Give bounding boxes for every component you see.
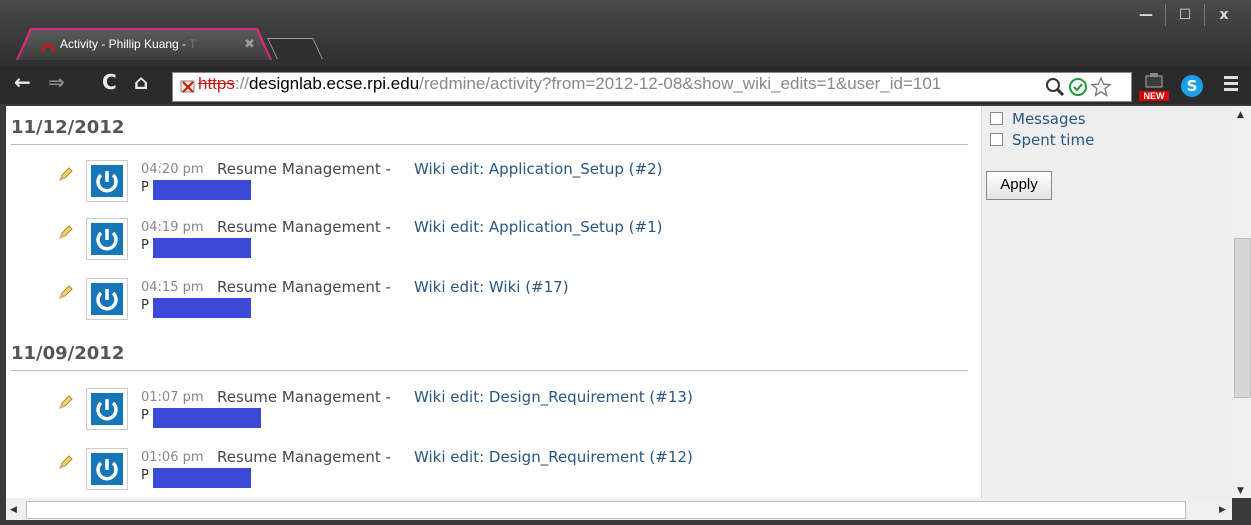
scroll-right-arrow-icon[interactable]: ▶ (1219, 505, 1226, 515)
pencil-icon (59, 225, 73, 239)
forward-arrow-icon[interactable]: ⇒ (48, 70, 65, 94)
entry-time: 01:07 pm (141, 390, 204, 405)
sidebar (981, 106, 1238, 498)
entry-project: Resume Management - (217, 278, 391, 296)
pencil-icon (59, 395, 73, 409)
entry-link[interactable]: Wiki edit: Design_Requirement (#13) (414, 388, 693, 406)
spent-time-checkbox[interactable] (990, 133, 1003, 146)
menu-icon[interactable] (1224, 76, 1238, 94)
avatar (86, 388, 128, 430)
reload-icon[interactable]: C (102, 70, 117, 94)
home-icon[interactable]: ⌂ (134, 70, 148, 94)
entry-link[interactable]: Wiki edit: Wiki (#17) (414, 278, 569, 296)
skype-icon[interactable]: S (1181, 75, 1203, 97)
apply-button[interactable]: Apply (986, 171, 1052, 200)
filter-label: Spent time (1012, 131, 1095, 149)
power-icon (96, 171, 118, 193)
scroll-up-arrow-icon[interactable]: ▲ (1237, 110, 1244, 120)
messages-checkbox[interactable] (990, 112, 1003, 125)
redaction-bar (153, 238, 251, 258)
avatar (86, 218, 128, 260)
activity-entry: 01:06 pm Resume Management - Wiki edit: … (0, 448, 960, 494)
entry-author[interactable]: P (141, 468, 149, 483)
filter-spent-time[interactable]: Spent time (990, 131, 1094, 149)
redaction-bar (153, 180, 251, 200)
avatar (86, 278, 128, 320)
entry-author[interactable]: P (141, 180, 149, 195)
extension-new-icon[interactable]: NEW (1139, 73, 1169, 101)
activity-entry: 01:07 pm Resume Management - Wiki edit: … (0, 388, 960, 434)
activity-entry: 04:19 pm Resume Management - Wiki edit: … (0, 218, 960, 264)
url-text[interactable]: https://designlab.ecse.rpi.edu/redmine/a… (198, 74, 1018, 94)
insecure-lock-icon (180, 80, 195, 93)
power-icon (96, 459, 118, 481)
power-icon (96, 399, 118, 421)
scroll-down-arrow-icon[interactable]: ▼ (1237, 486, 1244, 496)
bookmark-star-icon[interactable] (1090, 76, 1112, 98)
activity-entry: 04:20 pm Resume Management - Wiki edit: … (0, 160, 960, 206)
pencil-icon (59, 285, 73, 299)
tab-title[interactable]: Activity - Phillip Kuang - T (60, 37, 197, 51)
zoom-icon[interactable] (1045, 77, 1065, 97)
entry-link[interactable]: Wiki edit: Design_Requirement (#12) (414, 448, 693, 466)
horizontal-scroll-thumb[interactable] (26, 501, 1186, 519)
minimize-button[interactable]: — (1127, 4, 1165, 26)
tab-close-icon[interactable]: ✖ (244, 37, 255, 52)
date-divider (11, 144, 968, 145)
power-icon (96, 289, 118, 311)
scroll-left-arrow-icon[interactable]: ◀ (10, 505, 17, 515)
maximize-button[interactable]: ☐ (1165, 4, 1204, 26)
entry-project: Resume Management - (217, 160, 391, 178)
redaction-bar (153, 298, 251, 318)
filter-messages[interactable]: Messages (990, 110, 1086, 128)
avatar (86, 448, 128, 490)
pencil-icon (59, 167, 73, 181)
power-icon (96, 229, 118, 251)
date-divider (11, 370, 968, 371)
window-controls: — ☐ x (1127, 4, 1243, 26)
entry-time: 01:06 pm (141, 450, 204, 465)
entry-time: 04:19 pm (141, 220, 204, 235)
check-icon[interactable] (1068, 77, 1088, 97)
entry-author[interactable]: P (141, 298, 149, 313)
vertical-scroll-thumb[interactable] (1234, 238, 1251, 398)
redmine-favicon-icon (41, 44, 55, 51)
entry-author[interactable]: P (141, 408, 149, 423)
filter-label: Messages (1012, 110, 1086, 128)
pencil-icon (59, 455, 73, 469)
date-heading: 11/09/2012 (11, 343, 125, 364)
date-heading: 11/12/2012 (11, 117, 125, 138)
entry-project: Resume Management - (217, 448, 391, 466)
redaction-bar (153, 468, 251, 488)
entry-project: Resume Management - (217, 388, 391, 406)
new-tab-button[interactable] (267, 38, 323, 59)
entry-link[interactable]: Wiki edit: Application_Setup (#1) (414, 218, 662, 236)
entry-project: Resume Management - (217, 218, 391, 236)
entry-time: 04:20 pm (141, 162, 204, 177)
redaction-bar (153, 408, 261, 428)
entry-time: 04:15 pm (141, 280, 204, 295)
close-window-button[interactable]: x (1204, 4, 1243, 26)
activity-entry: 04:15 pm Resume Management - Wiki edit: … (0, 278, 960, 324)
entry-link[interactable]: Wiki edit: Application_Setup (#2) (414, 160, 662, 178)
avatar (86, 160, 128, 202)
back-arrow-icon[interactable]: ← (14, 70, 31, 94)
entry-author[interactable]: P (141, 238, 149, 253)
